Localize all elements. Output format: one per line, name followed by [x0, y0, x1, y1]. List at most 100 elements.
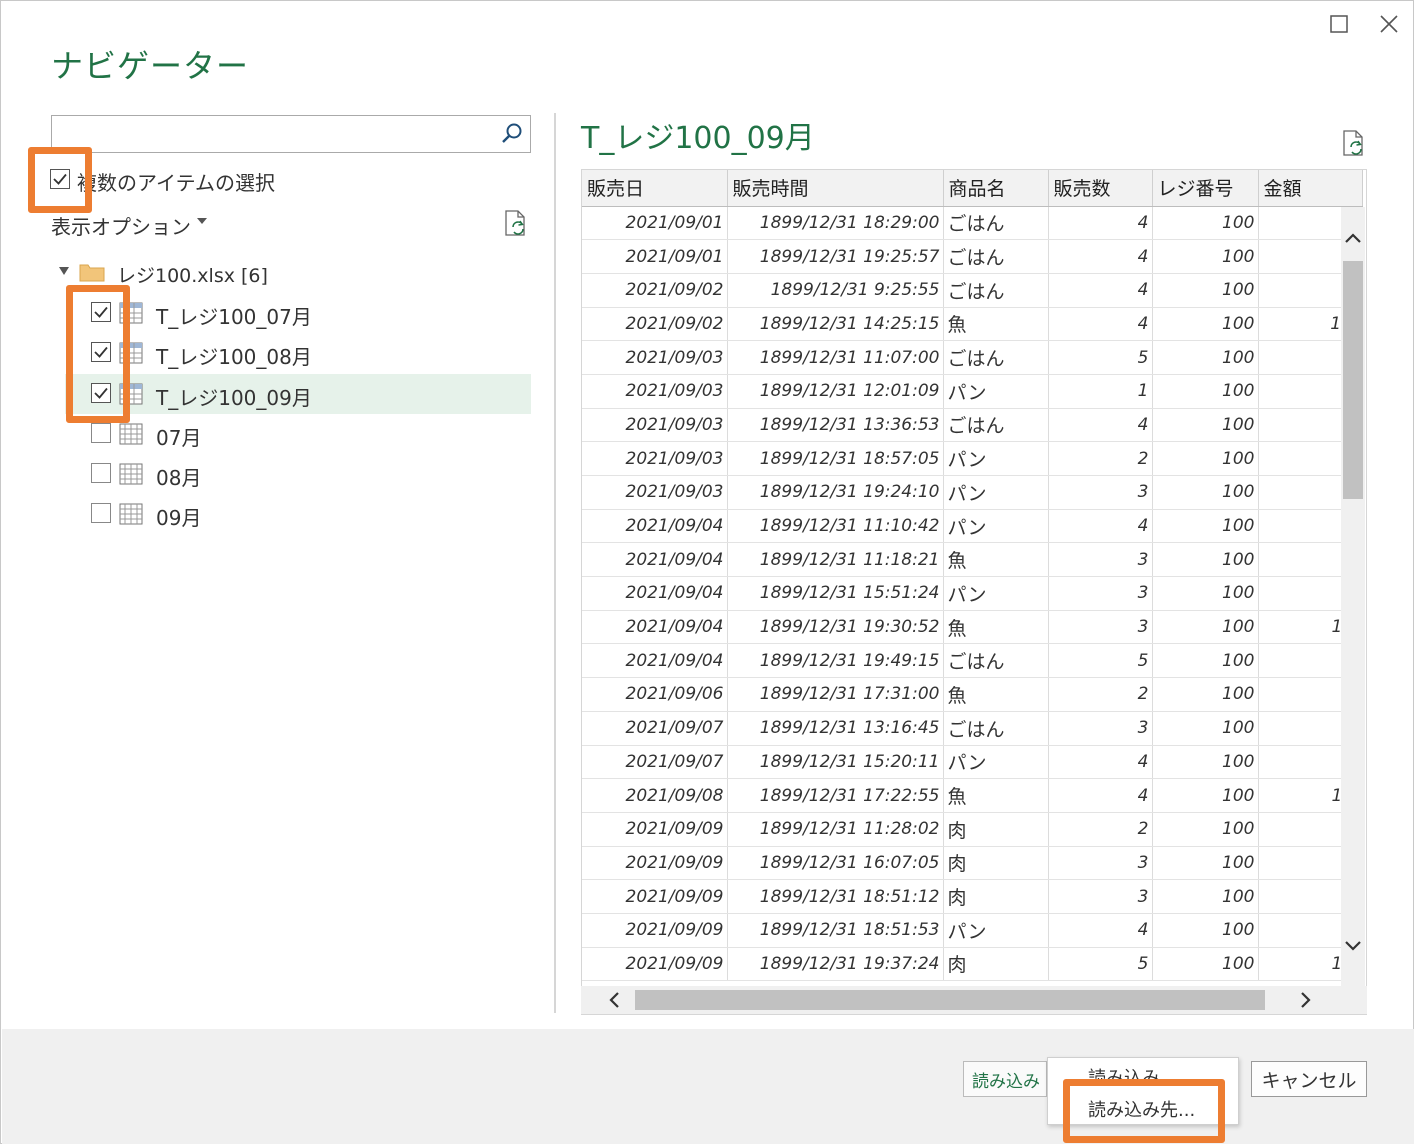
table-cell[interactable]: 1899/12/31 18:29:00: [727, 206, 944, 241]
table-cell[interactable]: 1899/12/31 11:07:00: [727, 340, 944, 375]
table-cell[interactable]: 2021/09/03: [582, 374, 728, 409]
tree-item-sheet-09[interactable]: 09月: [65, 494, 531, 534]
table-cell[interactable]: 1899/12/31 11:10:42: [727, 509, 944, 544]
table-cell[interactable]: 魚: [943, 677, 1049, 712]
table-cell[interactable]: 4: [1048, 778, 1153, 813]
menu-item-load[interactable]: 読み込み: [1088, 1064, 1160, 1090]
table-cell[interactable]: 1899/12/31 16:07:05: [727, 846, 944, 881]
table-cell[interactable]: 魚: [943, 778, 1049, 813]
tree-item-checkbox[interactable]: [91, 423, 111, 443]
table-cell[interactable]: ごはん: [943, 711, 1049, 746]
table-cell[interactable]: 3: [1048, 542, 1153, 578]
table-cell[interactable]: 2021/09/02: [582, 307, 728, 342]
table-cell[interactable]: 100: [1152, 677, 1259, 712]
column-header[interactable]: 販売日: [582, 170, 728, 207]
table-cell[interactable]: 肉: [943, 812, 1049, 847]
table-cell[interactable]: パン: [943, 576, 1049, 611]
table-cell[interactable]: 1899/12/31 18:51:12: [727, 879, 944, 914]
table-cell[interactable]: 100: [1152, 846, 1259, 881]
pane-divider[interactable]: [554, 113, 556, 1013]
table-cell[interactable]: 100: [1152, 542, 1259, 578]
table-cell[interactable]: 100: [1152, 812, 1259, 847]
refresh-icon[interactable]: [1339, 129, 1369, 159]
table-cell[interactable]: 100: [1152, 307, 1259, 342]
tree-item-sheet-07[interactable]: 07月: [65, 414, 531, 454]
chevron-down-icon[interactable]: [197, 218, 207, 224]
table-cell[interactable]: 2021/09/09: [582, 812, 728, 847]
table-cell[interactable]: 2021/09/01: [582, 239, 728, 274]
tree-item-sheet-08[interactable]: 08月: [65, 454, 531, 494]
table-cell[interactable]: 2: [1048, 677, 1153, 712]
table-cell[interactable]: 肉: [943, 846, 1049, 881]
table-cell[interactable]: ごはん: [943, 239, 1049, 274]
tree-item-t-reji-08[interactable]: T_レジ100_08月: [65, 333, 531, 373]
table-cell[interactable]: 2021/09/01: [582, 206, 728, 241]
scroll-left-icon[interactable]: [605, 990, 625, 1010]
table-cell[interactable]: 2: [1048, 441, 1153, 476]
table-cell[interactable]: 100: [1152, 441, 1259, 476]
horizontal-scrollbar[interactable]: [581, 986, 1367, 1014]
table-cell[interactable]: 100: [1152, 475, 1259, 510]
table-cell[interactable]: 100: [1152, 745, 1259, 780]
table-cell[interactable]: 5: [1048, 947, 1153, 982]
multi-select-checkbox[interactable]: [50, 169, 70, 189]
table-cell[interactable]: パン: [943, 745, 1049, 780]
table-cell[interactable]: 100: [1152, 576, 1259, 611]
table-cell[interactable]: 1899/12/31 13:36:53: [727, 408, 944, 443]
table-cell[interactable]: ごはん: [943, 273, 1049, 308]
table-cell[interactable]: 3: [1048, 576, 1153, 611]
table-cell[interactable]: 魚: [943, 307, 1049, 342]
close-button[interactable]: [1371, 9, 1407, 39]
table-cell[interactable]: 2021/09/08: [582, 778, 728, 813]
table-cell[interactable]: 2021/09/09: [582, 846, 728, 881]
table-cell[interactable]: 2021/09/06: [582, 677, 728, 712]
table-cell[interactable]: ごはん: [943, 206, 1049, 241]
table-cell[interactable]: 100: [1152, 509, 1259, 544]
table-cell[interactable]: 魚: [943, 542, 1049, 578]
table-cell[interactable]: 100: [1152, 374, 1259, 409]
table-cell[interactable]: パン: [943, 509, 1049, 544]
tree-item-checkbox[interactable]: [91, 383, 111, 403]
table-cell[interactable]: 1899/12/31 19:49:15: [727, 643, 944, 679]
table-cell[interactable]: 4: [1048, 408, 1153, 443]
table-cell[interactable]: 1899/12/31 11:18:21: [727, 542, 944, 578]
table-cell[interactable]: 1899/12/31 12:01:09: [727, 374, 944, 409]
table-cell[interactable]: 4: [1048, 509, 1153, 544]
table-cell[interactable]: 2021/09/04: [582, 610, 728, 645]
table-cell[interactable]: 5: [1048, 340, 1153, 375]
table-cell[interactable]: 1899/12/31 13:16:45: [727, 711, 944, 746]
table-cell[interactable]: 3: [1048, 711, 1153, 746]
table-cell[interactable]: 1899/12/31 15:51:24: [727, 576, 944, 611]
search-icon[interactable]: [500, 122, 524, 146]
table-cell[interactable]: 5: [1048, 643, 1153, 679]
table-cell[interactable]: 2021/09/09: [582, 879, 728, 914]
table-cell[interactable]: 100: [1152, 643, 1259, 679]
table-cell[interactable]: 4: [1048, 913, 1153, 948]
table-cell[interactable]: 100: [1152, 340, 1259, 375]
table-cell[interactable]: パン: [943, 441, 1049, 476]
tree-item-checkbox[interactable]: [91, 302, 111, 322]
table-cell[interactable]: 1899/12/31 19:25:57: [727, 239, 944, 274]
table-cell[interactable]: 4: [1048, 206, 1153, 241]
table-cell[interactable]: 1899/12/31 18:51:53: [727, 913, 944, 948]
table-cell[interactable]: 100: [1152, 711, 1259, 746]
table-cell[interactable]: パン: [943, 475, 1049, 510]
table-cell[interactable]: 3: [1048, 879, 1153, 914]
table-cell[interactable]: 2021/09/02: [582, 273, 728, 308]
vertical-scrollbar[interactable]: [1341, 207, 1365, 987]
preview-grid[interactable]: 販売日 販売時間 商品名 販売数 レジ番号 金額 2021/09/01 1899/…: [581, 169, 1367, 1015]
tree-root-label[interactable]: レジ100.xlsx [6]: [117, 261, 268, 288]
tree-item-checkbox[interactable]: [91, 503, 111, 523]
table-cell[interactable]: 1899/12/31 19:24:10: [727, 475, 944, 510]
table-cell[interactable]: 2021/09/03: [582, 408, 728, 443]
table-cell[interactable]: 2021/09/04: [582, 576, 728, 611]
table-cell[interactable]: 100: [1152, 408, 1259, 443]
table-cell[interactable]: 4: [1048, 273, 1153, 308]
table-cell[interactable]: 4: [1048, 745, 1153, 780]
table-cell[interactable]: 2021/09/04: [582, 542, 728, 578]
search-input[interactable]: [51, 115, 531, 153]
table-cell[interactable]: 2021/09/03: [582, 340, 728, 375]
tree-item-t-reji-07[interactable]: T_レジ100_07月: [65, 293, 531, 333]
table-cell[interactable]: 肉: [943, 947, 1049, 982]
column-header[interactable]: 販売時間: [727, 170, 944, 207]
